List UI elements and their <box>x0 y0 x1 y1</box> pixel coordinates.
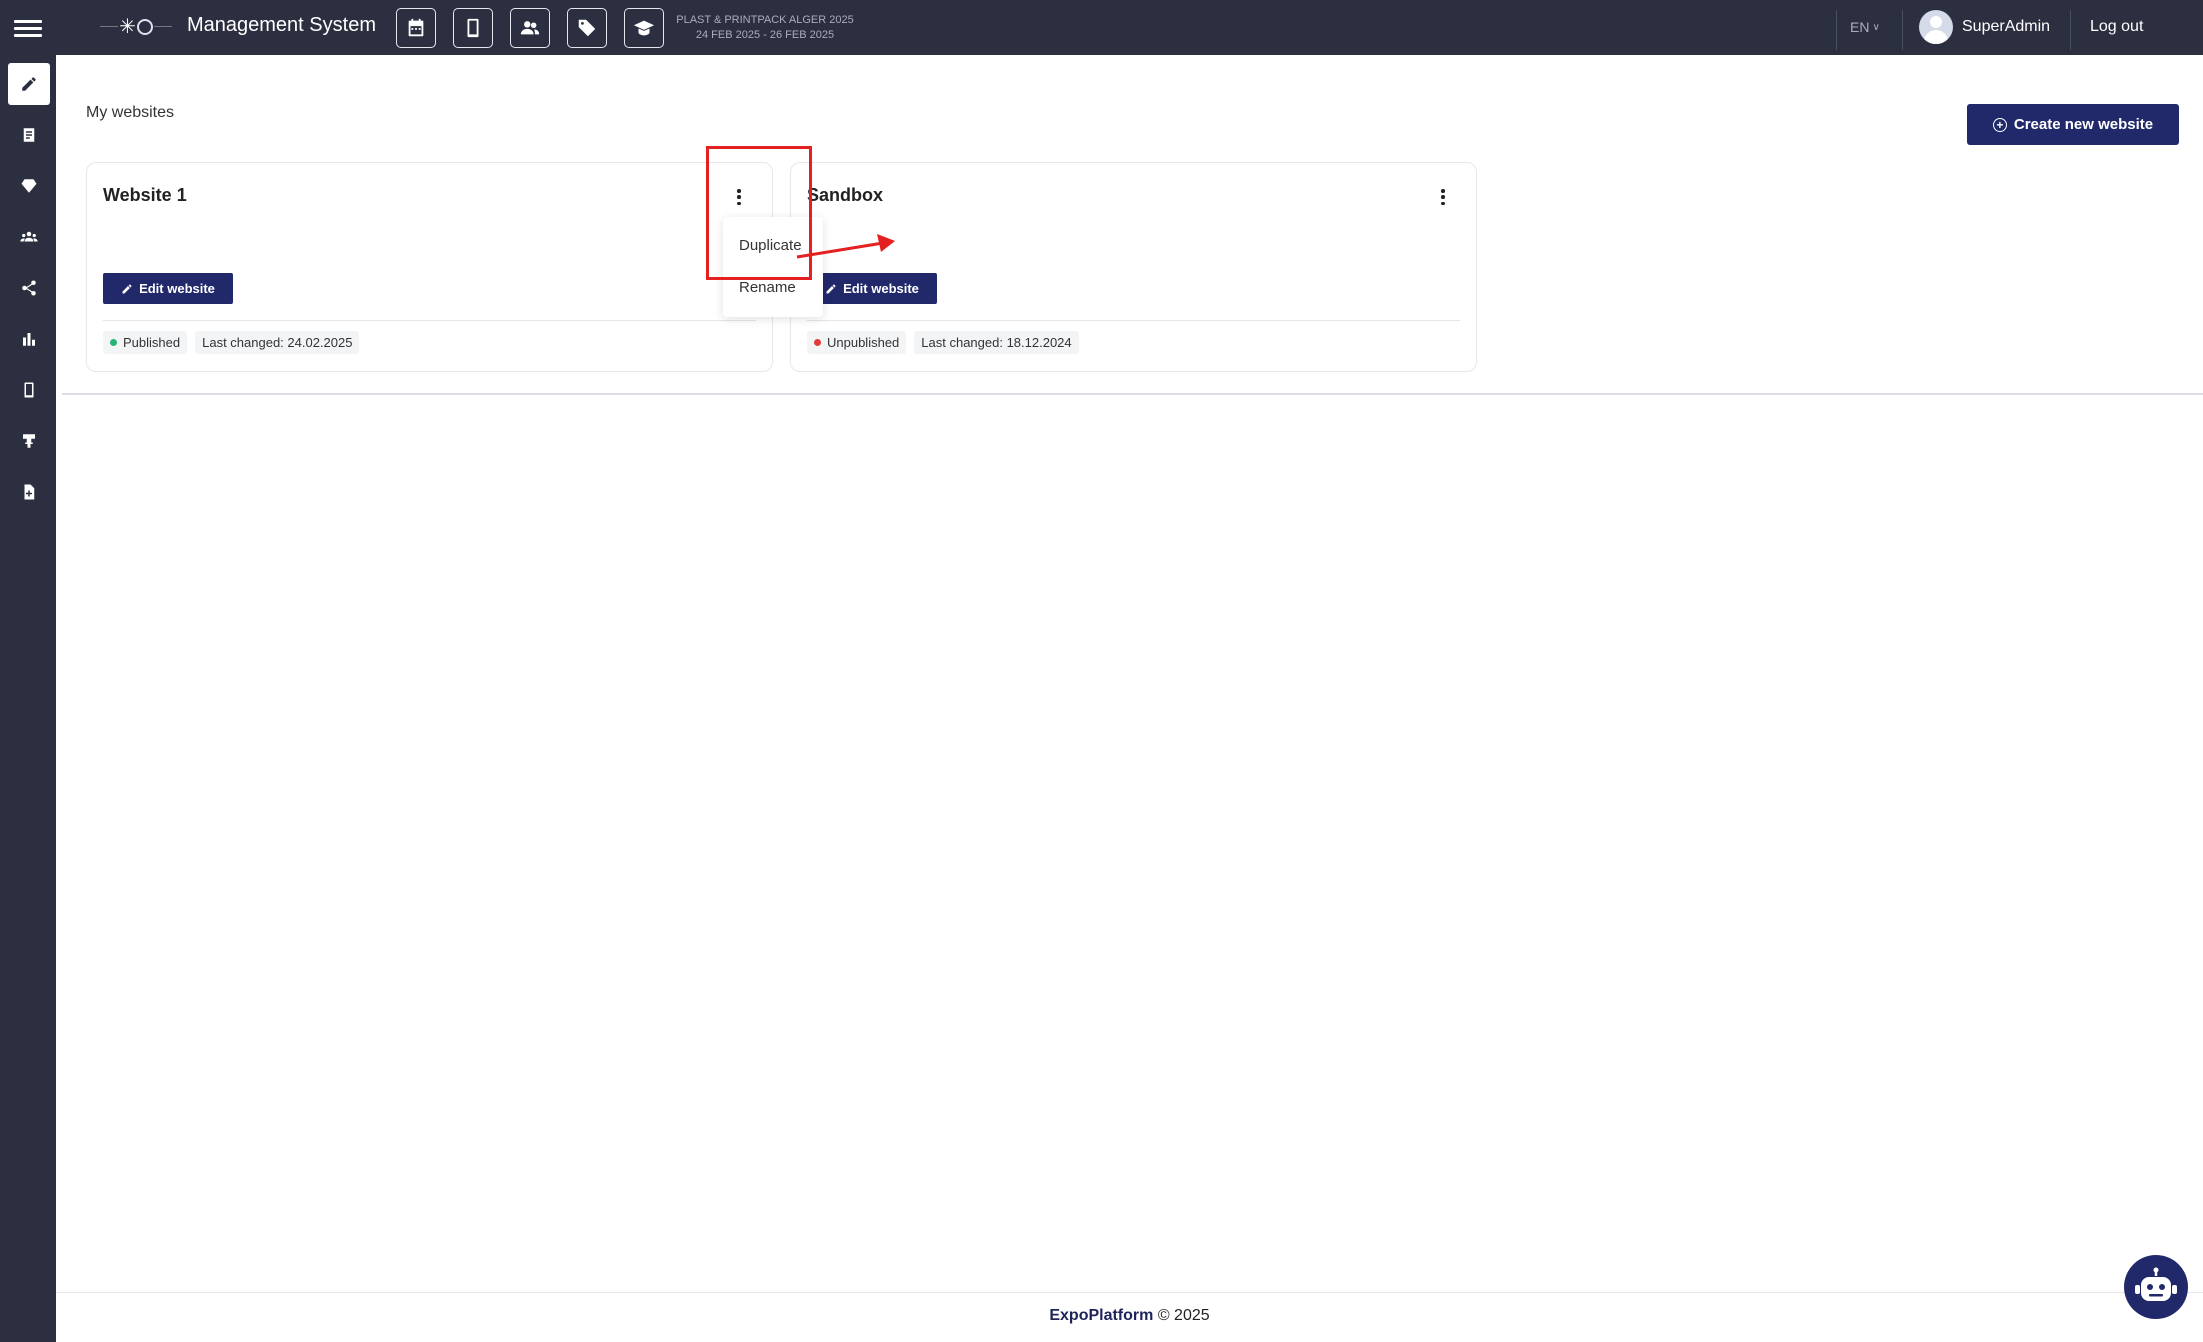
sidebar-item-pages[interactable] <box>8 114 50 156</box>
event-info: PLAST & PRINTPACK ALGER 2025 24 FEB 2025… <box>670 13 860 43</box>
edit-website-label: Edit website <box>139 281 215 296</box>
status-badge: Published <box>103 331 188 354</box>
divider <box>1836 10 1837 50</box>
menu-item-rename[interactable]: Rename <box>739 279 796 296</box>
file-plus-icon <box>24 484 35 500</box>
pencil-icon <box>826 284 836 293</box>
bar-chart-icon <box>23 333 35 346</box>
chevron-down-icon: ∨ <box>1872 21 1880 33</box>
divider <box>103 320 756 321</box>
group-icon <box>20 231 38 242</box>
edit-website-label: Edit website <box>843 281 919 296</box>
logout-button[interactable]: Log out <box>2090 18 2143 36</box>
graduation-cap-icon[interactable] <box>624 8 664 48</box>
mobile-icon <box>24 382 34 398</box>
booth-icon <box>23 434 35 448</box>
sidebar-item-groups[interactable] <box>8 216 50 258</box>
last-changed-badge: Last changed: 24.02.2025 <box>195 331 360 354</box>
people-icon[interactable] <box>510 8 550 48</box>
create-website-label: Create new website <box>2013 116 2154 133</box>
tag-icon[interactable] <box>567 8 607 48</box>
plus-circle-icon: + <box>1992 117 2007 132</box>
website-meta: Published Last changed: 24.02.2025 <box>103 331 360 354</box>
chatbot-icon[interactable] <box>2124 1255 2188 1319</box>
language-selector[interactable]: EN ∨ <box>1850 19 1880 35</box>
sidebar-item-analytics[interactable] <box>8 318 50 360</box>
event-name: PLAST & PRINTPACK ALGER 2025 <box>676 14 854 26</box>
last-changed-label: Last changed: 18.12.2024 <box>921 335 1072 350</box>
sidebar <box>0 55 56 1342</box>
calendar-icon[interactable] <box>396 8 436 48</box>
sidebar-item-sponsorship[interactable] <box>8 165 50 207</box>
diamond-icon <box>21 179 37 193</box>
last-changed-label: Last changed: 24.02.2025 <box>202 335 353 350</box>
sidebar-item-share[interactable] <box>8 267 50 309</box>
footer-brand[interactable]: ExpoPlatform <box>1049 1307 1153 1324</box>
edit-website-button[interactable]: Edit website <box>103 273 233 304</box>
website-meta: Unpublished Last changed: 18.12.2024 <box>807 331 1079 354</box>
divider <box>807 320 1460 321</box>
mobile-icon[interactable] <box>453 8 493 48</box>
top-bar: ——— ✳ ——— Management System PLAST & PRINTP… <box>0 0 2203 55</box>
app-title: Management System <box>187 14 376 36</box>
event-dates: 24 FEB 2025 - 26 FEB 2025 <box>695 29 835 41</box>
sidebar-item-documents[interactable] <box>8 471 50 513</box>
divider <box>2070 10 2071 50</box>
sidebar-item-booths[interactable] <box>8 420 50 462</box>
status-label: Unpublished <box>827 335 900 350</box>
website-title: Website 1 <box>103 185 187 205</box>
pencil-icon <box>22 77 36 91</box>
sidebar-item-websites[interactable] <box>8 63 50 105</box>
language-label: EN <box>1850 19 1870 35</box>
divider <box>1902 10 1903 50</box>
avatar[interactable] <box>1919 10 1953 44</box>
status-dot <box>110 339 117 346</box>
page-title: My websites <box>86 104 175 121</box>
footer: ExpoPlatform © 2025 <box>0 1307 2203 1325</box>
pencil-icon <box>122 284 132 293</box>
edit-website-button[interactable]: Edit website <box>807 273 937 304</box>
sidebar-item-mobile[interactable] <box>8 369 50 411</box>
hamburger-menu-icon[interactable] <box>14 20 42 38</box>
user-name[interactable]: SuperAdmin <box>1962 18 2050 36</box>
last-changed-badge: Last changed: 18.12.2024 <box>914 331 1079 354</box>
shortcut-icons <box>396 8 664 48</box>
document-icon <box>23 128 35 142</box>
create-website-button[interactable]: + Create new website <box>1967 104 2179 145</box>
website-card: Website 1 Edit website Published Last ch… <box>86 162 773 372</box>
footer-copyright: © 2025 <box>1157 1307 1210 1324</box>
status-label: Published <box>123 335 181 350</box>
status-badge: Unpublished <box>807 331 907 354</box>
share-icon <box>22 280 36 296</box>
status-dot <box>814 339 821 346</box>
annotation-arrow <box>796 234 895 259</box>
logo: ——— ✳ ——— <box>100 16 172 38</box>
more-options-icon[interactable] <box>1440 189 1446 205</box>
footer-divider <box>56 1292 2203 1293</box>
website-title: Sandbox <box>807 185 884 205</box>
